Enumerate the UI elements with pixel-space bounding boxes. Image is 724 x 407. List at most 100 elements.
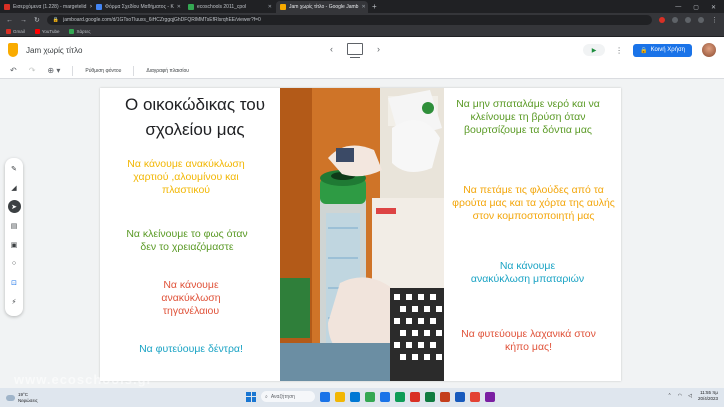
profile-icon[interactable] xyxy=(698,17,704,23)
meet-icon[interactable]: ▶ xyxy=(583,44,606,56)
tab-gmail[interactable]: Εισερχόμενα (1.228) - margetelid ✕ xyxy=(0,1,92,13)
divider xyxy=(72,65,74,76)
excel-icon[interactable] xyxy=(425,391,435,402)
image-icon[interactable]: ▣ xyxy=(8,238,21,251)
powerpoint-icon[interactable] xyxy=(440,391,450,402)
close-icon[interactable]: ✕ xyxy=(268,4,272,10)
bookmark-label: Χάρτες xyxy=(76,29,91,34)
taskbar-search[interactable]: ⌕ Αναζήτηση xyxy=(261,391,315,402)
taskbar-apps: ⌕ Αναζήτηση xyxy=(246,391,495,402)
app-icon[interactable] xyxy=(395,391,405,402)
maps-icon xyxy=(69,29,75,34)
undo-icon[interactable]: ↶ xyxy=(10,66,17,75)
clear-frame-button[interactable]: Διαγραφή πλαισίου xyxy=(146,68,189,74)
laser-icon[interactable]: ⚡ xyxy=(8,295,21,308)
note-compost[interactable]: Να πετάμε τις φλούδες από τα φρούτα μας … xyxy=(446,184,621,223)
app-icon[interactable] xyxy=(410,391,420,402)
youtube-icon xyxy=(34,29,40,34)
tab-lesson-form[interactable]: Φόρμα Σχεδίου Μαθήματος - K ✕ xyxy=(92,1,184,13)
note-turn-off-lights[interactable]: Να κλείνουμε το φως όταν δεν το χρειαζόμ… xyxy=(122,228,252,254)
minimize-icon[interactable]: — xyxy=(675,4,681,10)
close-window-icon[interactable]: ✕ xyxy=(711,4,716,11)
zoom-icon[interactable]: ⊕ ▾ xyxy=(47,66,60,75)
window-controls: — ▢ ✕ xyxy=(675,1,724,13)
tab-title: ecoschools 2011_cpol xyxy=(197,4,247,10)
tab-title: Εισερχόμενα (1.228) - margetelid xyxy=(13,4,87,10)
recycling-photo[interactable] xyxy=(280,88,444,381)
frame-heading[interactable]: Ο οικοκώδικας του σχολείου μας xyxy=(100,92,290,142)
chevron-up-icon[interactable]: ⌃ xyxy=(668,393,672,399)
note-save-water[interactable]: Να μην σπαταλάμε νερό και να κλείνουμε τ… xyxy=(453,98,603,137)
wifi-icon[interactable]: ◠ xyxy=(678,393,682,399)
address-bar[interactable]: 🔒 jamboard.google.com/d/1GTsoTluuxs_6iHC… xyxy=(46,15,652,25)
note-plant-trees[interactable]: Να φυτεύουμε δέντρα! xyxy=(136,343,246,356)
set-background-button[interactable]: Ρύθμιση φόντου xyxy=(85,68,121,74)
bookmarks-bar: Gmail YouTube Χάρτες xyxy=(0,27,724,37)
note-recycle-paper[interactable]: Να κάνουμε ανακύκλωση χαρτιού ,αλουμίνου… xyxy=(116,158,256,197)
chrome-icon[interactable] xyxy=(365,391,375,402)
search-icon: ⌕ xyxy=(265,393,268,400)
note-recycle-batteries[interactable]: Να κάνουμε ανακύκλωση μπαταριών xyxy=(470,260,585,286)
weather-desc: Νεφώσεις xyxy=(18,397,38,403)
jam-frame[interactable]: Ο οικοκώδικας του σχολείου μας Να κάνουμ… xyxy=(100,88,621,381)
url-text: jamboard.google.com/d/1GTsoTluuxs_6iHCZr… xyxy=(63,17,261,23)
edge-icon[interactable] xyxy=(350,391,360,402)
avatar[interactable] xyxy=(702,43,716,57)
header-actions: ▶ ⋮ 🔒 Κοινή Χρήση xyxy=(583,43,716,57)
jamboard-logo-icon[interactable] xyxy=(8,43,18,57)
sticky-note-icon[interactable]: ▤ xyxy=(8,219,21,232)
more-options-icon[interactable]: ⋮ xyxy=(615,46,623,55)
jam-title[interactable]: Jam χωρίς τίτλο xyxy=(26,46,82,55)
bookmark-label: Gmail xyxy=(13,29,25,34)
next-frame-icon[interactable]: › xyxy=(377,44,380,54)
tab-jamboard[interactable]: Jam χωρίς τίτλο - Google Jamb ✕ xyxy=(276,1,368,13)
store-icon[interactable] xyxy=(380,391,390,402)
bookmark-maps[interactable]: Χάρτες xyxy=(69,29,91,34)
prev-frame-icon[interactable]: ‹ xyxy=(330,44,333,54)
text-box-icon[interactable]: ⊡ xyxy=(8,276,21,289)
puzzle-icon[interactable] xyxy=(685,17,691,23)
file-explorer-icon[interactable] xyxy=(335,391,345,402)
pen-icon[interactable]: ✎ xyxy=(8,162,21,175)
extension-icon[interactable] xyxy=(659,17,665,23)
eraser-icon[interactable]: ◢ xyxy=(8,181,21,194)
bookmark-label: YouTube xyxy=(41,29,60,34)
jamboard-header: Jam χωρίς τίτλο ‹ › ▶ ⋮ 🔒 Κοινή Χρήση xyxy=(0,37,724,63)
taskbar: 19°C Νεφώσεις ⌕ Αναζήτηση ⌃ ◠ ◁ 11:55 πμ… xyxy=(0,388,724,407)
tab-ecoschools[interactable]: ecoschools 2011_cpol ✕ xyxy=(184,1,276,13)
new-tab-button[interactable]: + xyxy=(372,1,377,13)
jamboard-icon xyxy=(280,4,286,10)
frame-bar-icon[interactable] xyxy=(347,43,363,58)
back-icon[interactable]: ← xyxy=(6,17,13,24)
watermark: www.ecoschools.gr xyxy=(14,372,153,387)
maximize-icon[interactable]: ▢ xyxy=(693,4,699,11)
note-recycle-oil[interactable]: Να κάνουμε ανακύκλωση τηγανέλαιου xyxy=(136,279,246,318)
reload-icon[interactable]: ↻ xyxy=(34,16,40,24)
word-icon[interactable] xyxy=(455,391,465,402)
close-icon[interactable]: ✕ xyxy=(177,4,181,10)
redo-icon[interactable]: ↷ xyxy=(29,66,36,75)
weather-widget[interactable]: 19°C Νεφώσεις xyxy=(0,392,80,403)
lock-icon: 🔒 xyxy=(640,47,648,54)
menu-icon[interactable]: ⋮ xyxy=(711,16,718,24)
taskview-icon[interactable] xyxy=(320,391,330,402)
forward-icon[interactable]: → xyxy=(20,17,27,24)
app-icon[interactable] xyxy=(470,391,480,402)
tool-palette: ✎ ◢ ➤ ▤ ▣ ○ ⊡ ⚡ xyxy=(5,158,23,316)
gmail-icon xyxy=(4,4,10,10)
bookmark-gmail[interactable]: Gmail xyxy=(6,29,25,34)
clock-date: 20/4/2023 xyxy=(697,396,718,401)
volume-icon[interactable]: ◁ xyxy=(688,393,692,399)
circle-icon[interactable]: ○ xyxy=(8,257,21,270)
extension-icon[interactable] xyxy=(672,17,678,23)
drive-icon xyxy=(188,4,194,10)
app-icon[interactable] xyxy=(485,391,495,402)
clock[interactable]: 11:55 πμ 20/4/2023 xyxy=(698,390,718,402)
select-icon[interactable]: ➤ xyxy=(7,200,21,213)
frame-navigator: ‹ › xyxy=(330,43,380,58)
note-plant-vegetables[interactable]: Να φυτεύουμε λαχανικά στον κήπο μας! xyxy=(456,328,601,354)
bookmark-youtube[interactable]: YouTube xyxy=(34,29,60,34)
close-icon[interactable]: ✕ xyxy=(361,4,365,10)
windows-start-icon[interactable] xyxy=(246,391,256,402)
share-button[interactable]: 🔒 Κοινή Χρήση xyxy=(633,43,692,57)
